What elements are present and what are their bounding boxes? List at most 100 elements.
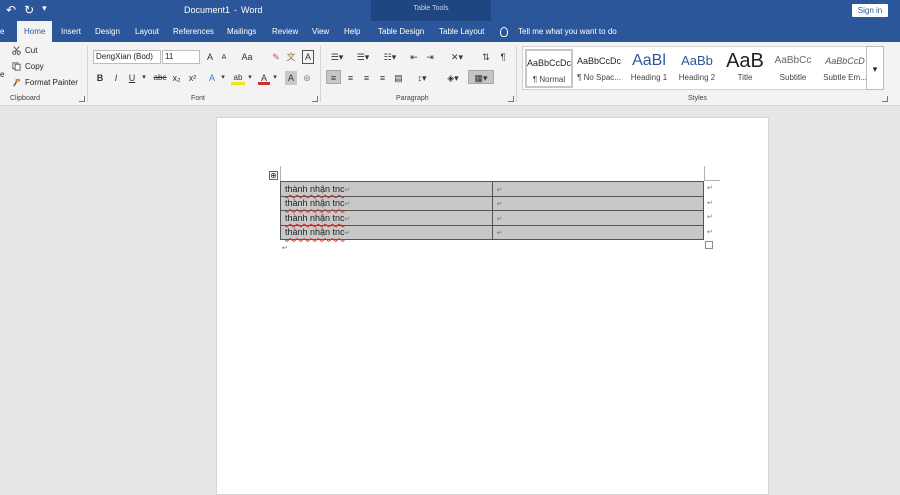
sign-in-button[interactable]: Sign in bbox=[852, 4, 888, 17]
table-resize-handle[interactable] bbox=[705, 241, 713, 249]
style-subtitle[interactable]: AaBbCc Subtitle bbox=[769, 49, 817, 88]
distributed-icon[interactable]: ▤ bbox=[392, 71, 405, 85]
font-color-button[interactable]: A bbox=[258, 71, 270, 85]
underline-button[interactable]: U bbox=[126, 71, 138, 85]
table-move-handle-icon[interactable]: ⊕ bbox=[269, 171, 278, 180]
table-cell[interactable]: thành nhận tnc↵ bbox=[280, 195, 493, 211]
crop-mark bbox=[704, 166, 705, 181]
tab-home[interactable]: Home bbox=[17, 21, 53, 42]
styles-more-button[interactable]: ▾ bbox=[866, 46, 884, 90]
style-title[interactable]: AaB Title bbox=[721, 49, 769, 88]
table-cell[interactable]: ↵ bbox=[491, 181, 705, 197]
cut-label: Cut bbox=[25, 46, 38, 55]
style-normal[interactable]: AaBbCcDc ¶ Normal bbox=[525, 49, 573, 88]
italic-button[interactable]: I bbox=[110, 71, 122, 85]
document-table[interactable]: thành nhận tnc↵ ↵ thành nhận tnc↵ ↵ thàn… bbox=[280, 181, 705, 240]
table-row: thành nhận tnc↵ ↵ bbox=[280, 210, 705, 226]
ltr-rtl-icon[interactable]: ⇅ bbox=[480, 50, 492, 64]
copy-button[interactable]: Copy bbox=[12, 62, 44, 71]
tab-table-design[interactable]: Table Design bbox=[378, 21, 424, 42]
chevron-down-icon: ▾ bbox=[872, 64, 878, 74]
highlight-button[interactable]: ab bbox=[231, 71, 245, 85]
clipboard-launcher-icon[interactable] bbox=[79, 96, 85, 102]
tab-design[interactable]: Design bbox=[95, 21, 120, 42]
font-family-select[interactable]: DengXian (Bod) bbox=[93, 50, 161, 64]
sort-icon[interactable]: ✕▾ bbox=[448, 50, 466, 64]
style-no-spacing[interactable]: AaBbCcDc ¶ No Spac... bbox=[575, 49, 623, 88]
table-cell[interactable]: thành nhận tnc↵ bbox=[280, 181, 493, 197]
ribbon: e Cut Copy Format Painter Clipboard Deng… bbox=[0, 42, 900, 106]
table-cell[interactable]: thành nhận tnc↵ bbox=[280, 224, 493, 240]
undo-icon[interactable]: ↶ bbox=[6, 3, 16, 17]
qat-customize-icon[interactable]: ▾ bbox=[42, 3, 47, 17]
change-case-button[interactable]: Aa bbox=[238, 50, 256, 64]
tab-mailings[interactable]: Mailings bbox=[227, 21, 256, 42]
group-divider bbox=[320, 46, 321, 102]
table-cell[interactable]: ↵ bbox=[491, 195, 705, 211]
clear-formatting-icon[interactable]: ✎ bbox=[270, 50, 282, 64]
tell-me-search[interactable]: Tell me what you want to do bbox=[500, 21, 617, 42]
justify-icon[interactable]: ≡ bbox=[376, 71, 389, 85]
phonetic-guide-icon[interactable]: 文 bbox=[285, 50, 297, 64]
text-effects-button[interactable]: A bbox=[206, 71, 218, 85]
underline-dropdown-icon[interactable]: ▾ bbox=[140, 71, 148, 85]
table-row: thành nhận tnc↵ ↵ bbox=[280, 224, 705, 240]
tell-me-text: Tell me what you want to do bbox=[518, 27, 617, 36]
tab-view[interactable]: View bbox=[312, 21, 329, 42]
table-cell[interactable]: ↵ bbox=[491, 224, 705, 240]
window-title: Document1- Word bbox=[184, 5, 263, 15]
show-marks-button[interactable]: ¶ bbox=[498, 50, 508, 64]
crop-mark bbox=[704, 180, 720, 181]
styles-launcher-icon[interactable] bbox=[882, 96, 888, 102]
text-effects-dropdown-icon[interactable]: ▾ bbox=[219, 71, 227, 85]
enclose-icon[interactable]: ⊛ bbox=[301, 71, 313, 85]
font-launcher-icon[interactable] bbox=[312, 96, 318, 102]
group-divider bbox=[87, 46, 88, 102]
numbering-icon[interactable]: ☰▾ bbox=[354, 50, 372, 64]
tab-file[interactable]: e bbox=[0, 21, 4, 42]
shrink-font-button[interactable]: A bbox=[219, 51, 229, 65]
decrease-indent-icon[interactable]: ⇤ bbox=[408, 50, 420, 64]
table-cell[interactable]: thành nhận tnc↵ bbox=[280, 210, 493, 226]
superscript-button[interactable]: x² bbox=[186, 71, 199, 85]
style-heading-2[interactable]: AaBb Heading 2 bbox=[673, 49, 721, 88]
enclose-characters-icon[interactable]: A bbox=[302, 50, 314, 64]
paragraph-launcher-icon[interactable] bbox=[508, 96, 514, 102]
font-color-dropdown-icon[interactable]: ▾ bbox=[271, 71, 279, 85]
line-spacing-icon[interactable]: ↕▾ bbox=[412, 71, 432, 85]
strikethrough-button[interactable]: abc bbox=[152, 71, 168, 85]
lightbulb-icon bbox=[500, 26, 508, 37]
shading-icon[interactable]: ◈▾ bbox=[442, 71, 464, 85]
style-subtle-emphasis[interactable]: AaBbCcD Subtle Em... bbox=[819, 49, 871, 88]
format-painter-button[interactable]: Format Painter bbox=[12, 78, 78, 87]
align-center-icon[interactable]: ≡ bbox=[344, 71, 357, 85]
grow-font-button[interactable]: A bbox=[205, 50, 215, 64]
copy-label: Copy bbox=[25, 62, 44, 71]
subscript-button[interactable]: x₂ bbox=[170, 71, 183, 85]
borders-icon[interactable]: ▦▾ bbox=[468, 70, 494, 84]
align-right-icon[interactable]: ≡ bbox=[360, 71, 373, 85]
tab-insert[interactable]: Insert bbox=[61, 21, 81, 42]
tab-review[interactable]: Review bbox=[272, 21, 298, 42]
highlight-dropdown-icon[interactable]: ▾ bbox=[246, 71, 254, 85]
bullets-icon[interactable]: ☰▾ bbox=[328, 50, 346, 64]
group-divider bbox=[516, 46, 517, 102]
paintbrush-icon bbox=[13, 78, 21, 87]
increase-indent-icon[interactable]: ⇥ bbox=[424, 50, 436, 64]
tab-layout[interactable]: Layout bbox=[135, 21, 159, 42]
multilevel-list-icon[interactable]: ☷▾ bbox=[380, 50, 400, 64]
document-name: Document1 bbox=[184, 5, 231, 15]
cut-button[interactable]: Cut bbox=[12, 46, 37, 55]
tab-references[interactable]: References bbox=[173, 21, 214, 42]
table-cell[interactable]: ↵ bbox=[491, 210, 705, 226]
document-page[interactable] bbox=[216, 117, 769, 495]
character-shading-button[interactable]: A bbox=[285, 71, 297, 85]
paste-button[interactable]: e bbox=[0, 70, 4, 79]
bold-button[interactable]: B bbox=[94, 71, 106, 85]
tab-help[interactable]: Help bbox=[344, 21, 360, 42]
align-left-icon[interactable]: ≡ bbox=[326, 70, 341, 84]
style-heading-1[interactable]: AaBl Heading 1 bbox=[625, 49, 673, 88]
tab-table-layout[interactable]: Table Layout bbox=[439, 21, 484, 42]
font-size-select[interactable]: 11 bbox=[162, 50, 200, 64]
redo-icon[interactable]: ↻ bbox=[24, 3, 34, 17]
